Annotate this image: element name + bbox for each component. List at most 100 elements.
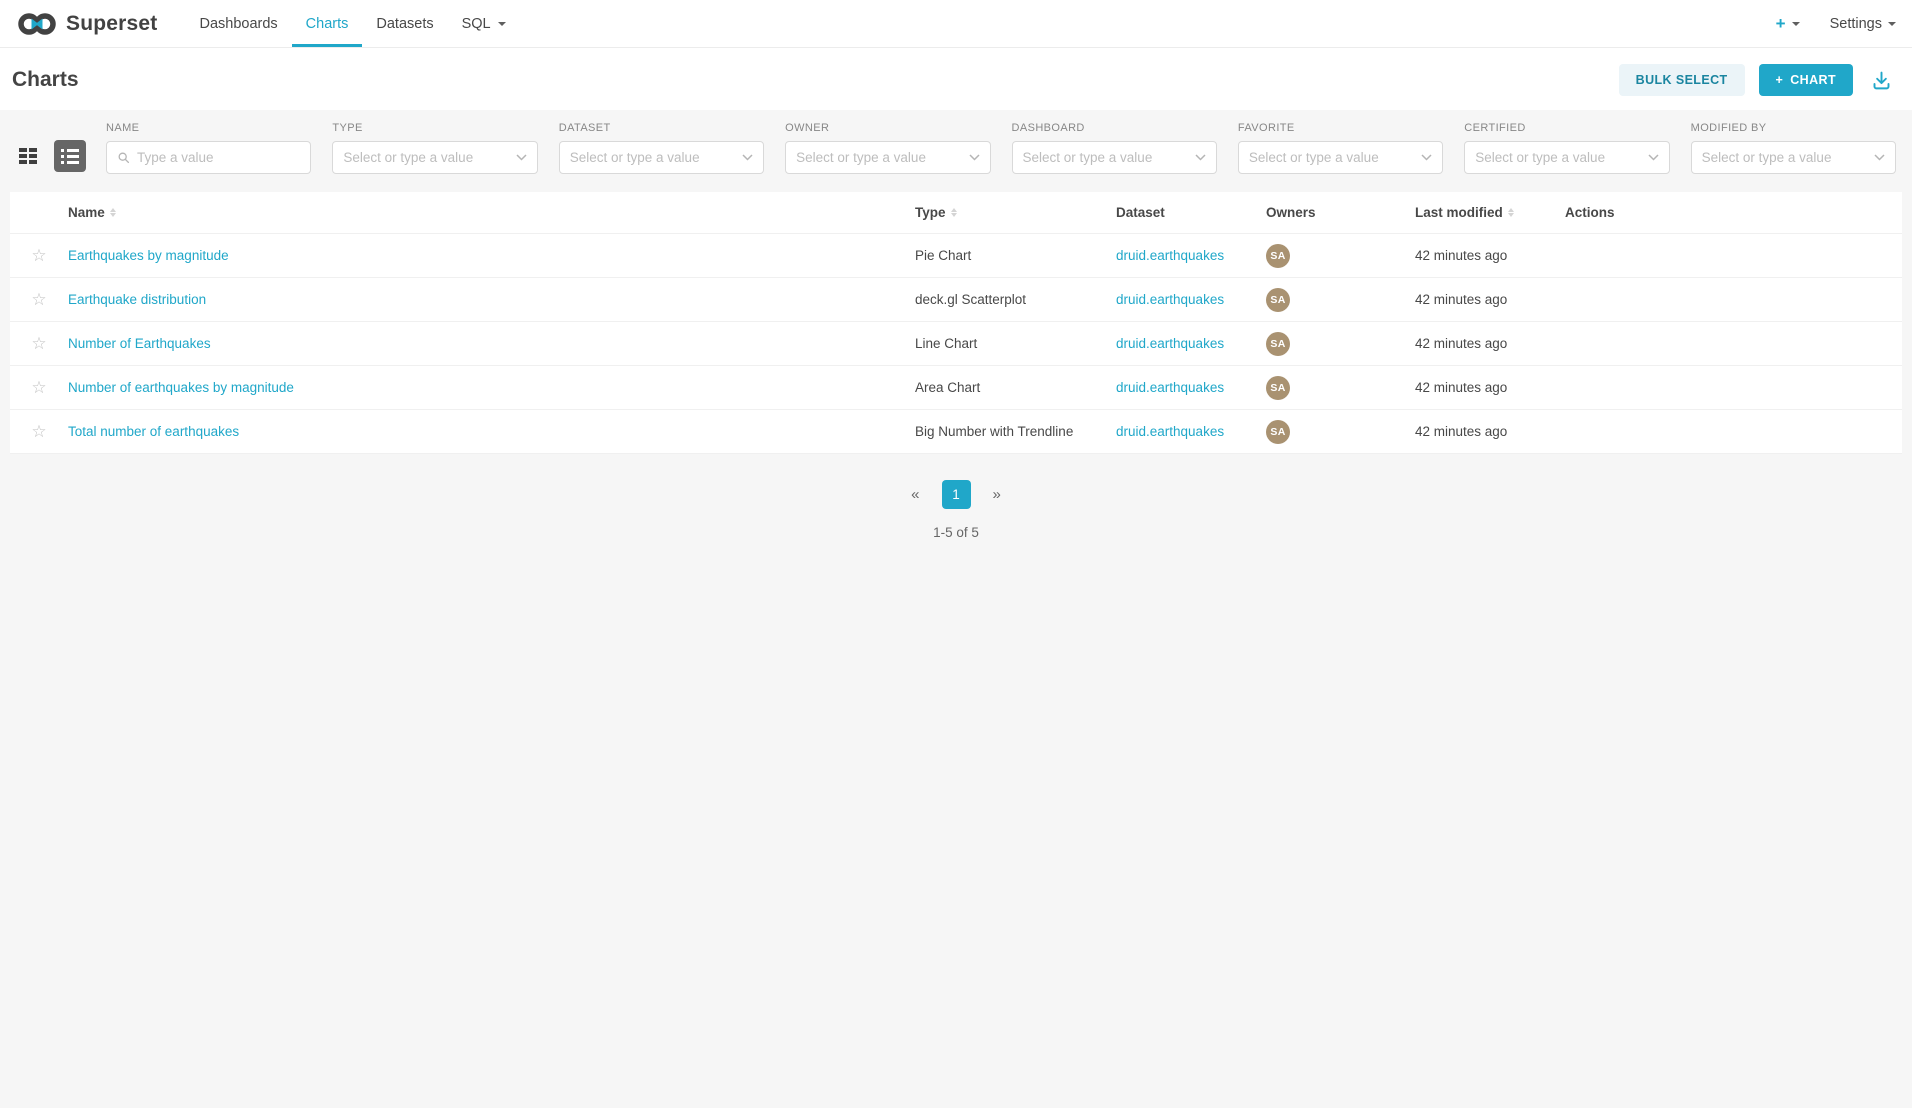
- filter-dashboard: DASHBOARD Select or type a value: [1012, 122, 1217, 174]
- pagination: « 1 »: [0, 480, 1912, 509]
- chart-type: deck.gl Scatterplot: [915, 292, 1116, 307]
- last-modified: 42 minutes ago: [1415, 248, 1565, 263]
- last-modified: 42 minutes ago: [1415, 424, 1565, 439]
- sort-by-modified[interactable]: Last modified: [1415, 205, 1514, 220]
- chart-name-link[interactable]: Number of earthquakes by magnitude: [68, 380, 294, 395]
- sort-icon: [1508, 208, 1514, 217]
- type-column-header: Type: [915, 205, 1116, 220]
- card-view-toggle[interactable]: [12, 140, 44, 172]
- nav-right-section: + Settings: [1776, 0, 1896, 47]
- name-search-input[interactable]: [137, 150, 300, 165]
- table-row: ☆ Total number of earthquakes Big Number…: [10, 410, 1902, 454]
- sort-icon: [110, 208, 116, 217]
- filter-label: DATASET: [559, 122, 764, 134]
- chevron-down-icon: [498, 22, 506, 26]
- filter-label: CERTIFIED: [1464, 122, 1669, 134]
- favorite-star-icon[interactable]: ☆: [31, 247, 46, 264]
- table-row: ☆ Number of Earthquakes Line Chart druid…: [10, 322, 1902, 366]
- top-navigation-bar: Superset Dashboards Charts Datasets SQL …: [0, 0, 1912, 48]
- last-modified: 42 minutes ago: [1415, 336, 1565, 351]
- chevron-down-icon: [1648, 154, 1659, 161]
- filter-label: FAVORITE: [1238, 122, 1443, 134]
- dataset-link[interactable]: druid.earthquakes: [1116, 292, 1224, 307]
- favorite-star-icon[interactable]: ☆: [31, 291, 46, 308]
- nav-item-charts[interactable]: Charts: [292, 0, 363, 47]
- dataset-link[interactable]: druid.earthquakes: [1116, 336, 1224, 351]
- last-modified: 42 minutes ago: [1415, 292, 1565, 307]
- dataset-link[interactable]: druid.earthquakes: [1116, 424, 1224, 439]
- superset-logo[interactable]: Superset: [16, 0, 157, 47]
- dataset-link[interactable]: druid.earthquakes: [1116, 380, 1224, 395]
- nav-item-dashboards[interactable]: Dashboards: [185, 0, 291, 47]
- actions-column-header: Actions: [1565, 205, 1902, 220]
- charts-table: Name Type Dataset Owners Last modified A…: [10, 192, 1902, 454]
- plus-icon: +: [1776, 73, 1784, 87]
- filter-favorite: FAVORITE Select or type a value: [1238, 122, 1443, 174]
- filter-owner: OWNER Select or type a value: [785, 122, 990, 174]
- plus-icon: +: [1776, 14, 1786, 34]
- name-column-header: Name: [68, 205, 915, 220]
- chart-name-link[interactable]: Earthquake distribution: [68, 292, 206, 307]
- chevron-down-icon: [1195, 154, 1206, 161]
- list-view-toggle[interactable]: [54, 140, 86, 172]
- sort-by-type[interactable]: Type: [915, 205, 957, 220]
- chart-name-link[interactable]: Total number of earthquakes: [68, 424, 239, 439]
- owner-avatar[interactable]: SA: [1266, 244, 1290, 268]
- dataset-column-header: Dataset: [1116, 205, 1266, 220]
- table-header-row: Name Type Dataset Owners Last modified A…: [10, 192, 1902, 234]
- chevron-down-icon: [742, 154, 753, 161]
- page-header: Charts BULK SELECT + CHART: [0, 48, 1912, 110]
- page-number-button[interactable]: 1: [942, 480, 971, 509]
- page-title: Charts: [12, 68, 79, 92]
- dashboard-select[interactable]: Select or type a value: [1012, 141, 1217, 174]
- type-select[interactable]: Select or type a value: [332, 141, 537, 174]
- superset-infinity-icon: [16, 11, 58, 37]
- modified-by-select[interactable]: Select or type a value: [1691, 141, 1896, 174]
- filter-name: NAME: [106, 122, 311, 174]
- favorite-star-icon[interactable]: ☆: [31, 423, 46, 440]
- owner-avatar[interactable]: SA: [1266, 420, 1290, 444]
- sort-by-name[interactable]: Name: [68, 205, 116, 220]
- filters-row: NAME TYPE Select or type a value DATASET…: [106, 122, 1896, 174]
- bulk-select-button[interactable]: BULK SELECT: [1619, 64, 1745, 96]
- next-page-button[interactable]: »: [985, 482, 1009, 507]
- filter-certified: CERTIFIED Select or type a value: [1464, 122, 1669, 174]
- new-item-menu-button[interactable]: +: [1776, 14, 1800, 34]
- filter-label: MODIFIED BY: [1691, 122, 1896, 134]
- nav-item-sql[interactable]: SQL: [448, 0, 520, 47]
- view-mode-toggles: [12, 140, 86, 174]
- chevron-down-icon: [1421, 154, 1432, 161]
- chevron-down-icon: [516, 154, 527, 161]
- import-charts-button[interactable]: [1867, 68, 1896, 93]
- chevron-down-icon: [1874, 154, 1885, 161]
- search-icon: [117, 151, 130, 164]
- owner-select[interactable]: Select or type a value: [785, 141, 990, 174]
- new-chart-button[interactable]: + CHART: [1759, 64, 1853, 96]
- table-row: ☆ Earthquake distribution deck.gl Scatte…: [10, 278, 1902, 322]
- filter-label: OWNER: [785, 122, 990, 134]
- table-row: ☆ Number of earthquakes by magnitude Are…: [10, 366, 1902, 410]
- sort-icon: [951, 208, 957, 217]
- favorite-star-icon[interactable]: ☆: [31, 335, 46, 352]
- list-view-icon: [61, 149, 79, 164]
- favorite-select[interactable]: Select or type a value: [1238, 141, 1443, 174]
- owner-avatar[interactable]: SA: [1266, 376, 1290, 400]
- certified-select[interactable]: Select or type a value: [1464, 141, 1669, 174]
- dataset-link[interactable]: druid.earthquakes: [1116, 248, 1224, 263]
- filter-label: DASHBOARD: [1012, 122, 1217, 134]
- dataset-select[interactable]: Select or type a value: [559, 141, 764, 174]
- owner-avatar[interactable]: SA: [1266, 288, 1290, 312]
- previous-page-button[interactable]: «: [903, 482, 927, 507]
- brand-name: Superset: [66, 12, 157, 36]
- favorite-star-icon[interactable]: ☆: [31, 379, 46, 396]
- settings-menu-button[interactable]: Settings: [1830, 16, 1896, 32]
- chart-name-link[interactable]: Number of Earthquakes: [68, 336, 211, 351]
- owner-avatar[interactable]: SA: [1266, 332, 1290, 356]
- header-actions: BULK SELECT + CHART: [1619, 64, 1896, 96]
- table-row: ☆ Earthquakes by magnitude Pie Chart dru…: [10, 234, 1902, 278]
- chart-name-link[interactable]: Earthquakes by magnitude: [68, 248, 229, 263]
- filter-bar: NAME TYPE Select or type a value DATASET…: [0, 110, 1912, 192]
- last-modified: 42 minutes ago: [1415, 380, 1565, 395]
- nav-item-datasets[interactable]: Datasets: [362, 0, 447, 47]
- modified-column-header: Last modified: [1415, 205, 1565, 220]
